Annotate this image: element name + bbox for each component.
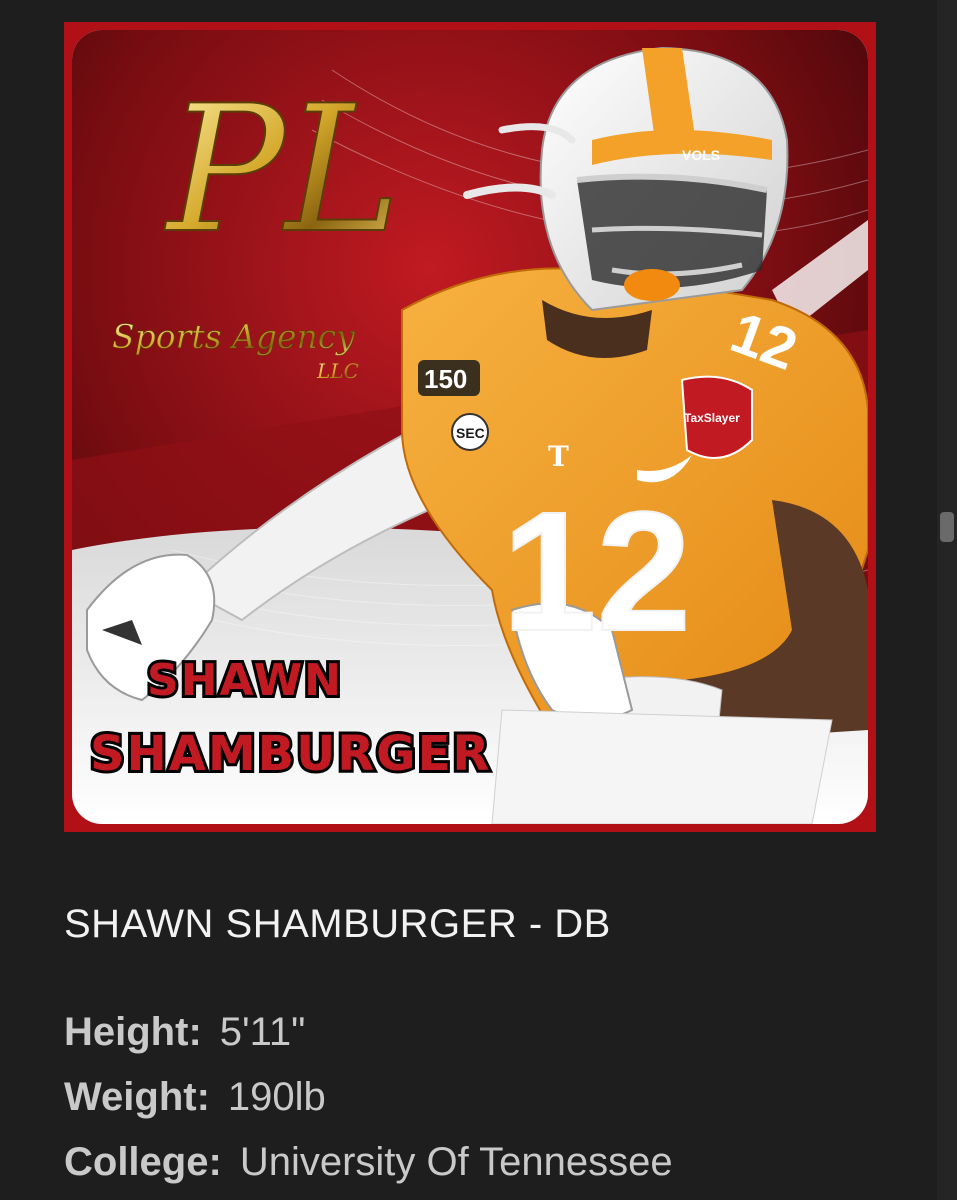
stat-label: Height	[64, 1010, 189, 1054]
player-photo: PL Sports Agency LLC 12 12 150 SEC T Tax…	[72, 30, 868, 824]
team-letter: T	[548, 440, 569, 473]
stat-value: University Of Tennessee	[239, 1140, 673, 1184]
helmet-text: VOLS	[682, 147, 720, 163]
stat-value: 5'11"	[219, 1010, 306, 1054]
conference-patch: SEC	[451, 413, 489, 451]
stat-row-college: College: University Of Tennessee	[64, 1140, 673, 1184]
player-card-image: PL Sports Agency LLC 12 12 150 SEC T Tax…	[72, 30, 868, 824]
logo-line1: Sports Agency	[112, 317, 355, 356]
scrollbar-thumb[interactable]	[940, 512, 954, 542]
bowl-patch: TaxSlayer	[680, 375, 753, 459]
scrollbar-track[interactable]	[937, 0, 957, 1200]
anniversary-text: 150	[424, 364, 467, 394]
stat-value: 190lb	[227, 1075, 326, 1119]
logo-letters: PL	[164, 69, 401, 272]
conference-text: SEC	[456, 425, 485, 441]
anniversary-patch: 150	[418, 360, 480, 396]
stat-row-height: Height: 5'11"	[64, 1010, 306, 1054]
player-headline: SHAWN SHAMBURGER - DB	[64, 902, 611, 946]
player-card: PL Sports Agency LLC 12 12 150 SEC T Tax…	[64, 22, 876, 832]
name-art-first: SHAWN	[147, 655, 343, 706]
name-art-last: SHAMBURGER	[90, 726, 491, 782]
stat-row-weight: Weight: 190lb	[64, 1075, 326, 1119]
logo-line2: LLC	[316, 359, 359, 383]
bowl-text: TaxSlayer	[684, 411, 740, 425]
stat-label: Weight	[64, 1075, 197, 1119]
stat-label: College	[64, 1140, 209, 1184]
jersey-number: 12	[502, 477, 691, 667]
player-profile-page: PL Sports Agency LLC 12 12 150 SEC T Tax…	[0, 0, 957, 1200]
